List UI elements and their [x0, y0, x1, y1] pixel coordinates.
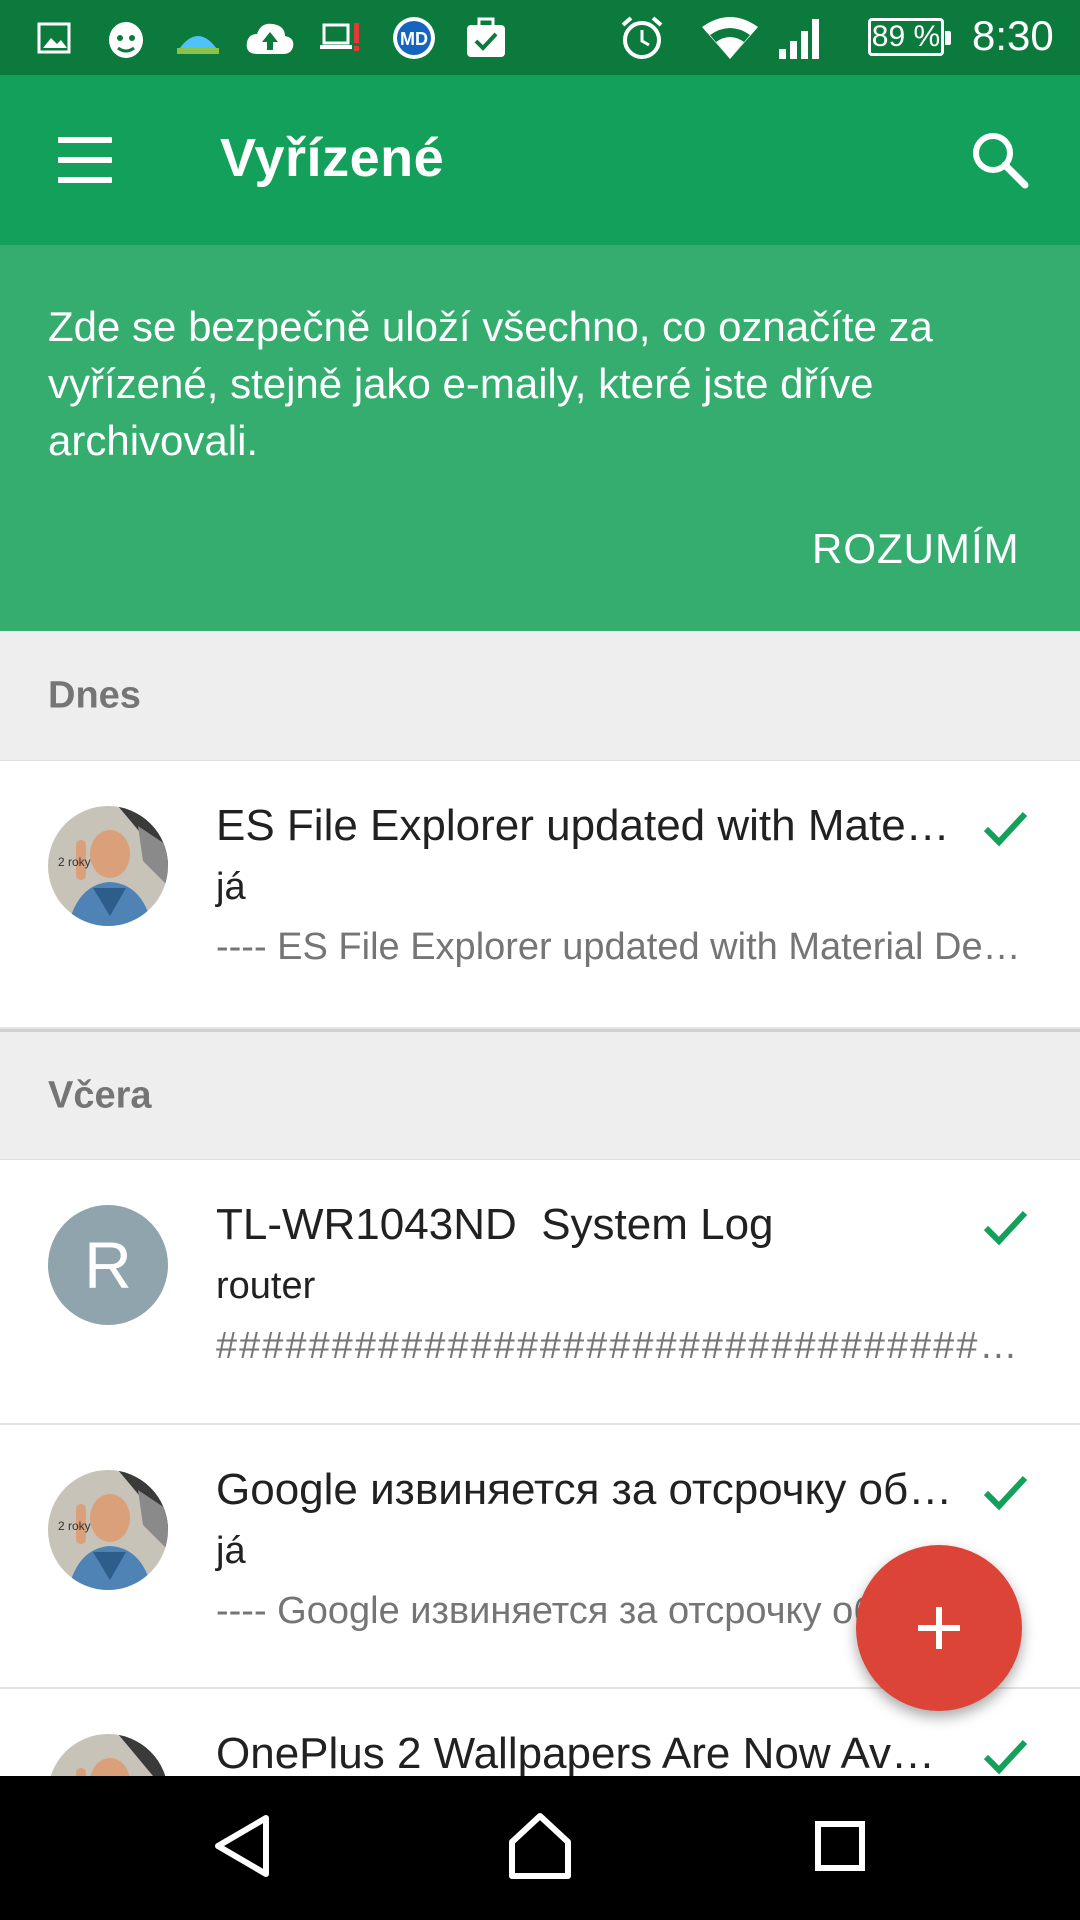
- alarm-icon: [618, 15, 666, 61]
- wifi-icon: [700, 15, 760, 61]
- mail-subject: Google извиняется за отсрочку обновления: [216, 1465, 956, 1514]
- md-app-icon: MD: [386, 15, 442, 61]
- done-check-icon: [983, 1475, 1028, 1511]
- battery-indicator: 89 %: [868, 18, 951, 56]
- page-title: Vyřízené: [220, 128, 445, 188]
- mail-sender: já: [216, 1530, 246, 1572]
- section-header-today: Dnes: [0, 631, 1080, 761]
- back-icon: [215, 1815, 269, 1877]
- status-bar: MD 89 % 8:30: [0, 0, 1080, 75]
- plus-icon: [918, 1607, 960, 1649]
- recent-apps-icon: [815, 1821, 865, 1871]
- section-label: Dnes: [48, 674, 141, 716]
- menu-icon: [58, 137, 112, 143]
- back-button[interactable]: [192, 1796, 292, 1896]
- svg-text:2 roky: 2 roky: [58, 855, 91, 869]
- navigation-bar: [0, 1776, 1080, 1920]
- done-check-icon: [983, 1739, 1028, 1775]
- avatar[interactable]: 2 roky: [48, 806, 168, 926]
- menu-button[interactable]: [44, 130, 124, 190]
- section-label: Včera: [48, 1074, 152, 1116]
- dismiss-banner-button[interactable]: ROZUMÍM: [812, 525, 1020, 573]
- weather-notification-icon: [172, 15, 224, 61]
- avatar[interactable]: R: [48, 1205, 168, 1325]
- mail-subject: OnePlus 2 Wallpapers Are Now Available: [216, 1729, 956, 1776]
- section-header-yesterday: Včera: [0, 1029, 1080, 1160]
- clock: 8:30: [972, 12, 1054, 59]
- mail-row[interactable]: 2 roky ES File Explorer updated with Mat…: [0, 761, 1080, 1029]
- search-icon: [973, 133, 1029, 189]
- gallery-notification-icon: [36, 15, 72, 61]
- laptop-alert-icon: [320, 15, 364, 61]
- signal-icon: [776, 15, 824, 61]
- task-done-icon: [464, 15, 508, 61]
- svg-text:MD: MD: [400, 29, 428, 49]
- mail-subject: TL-WR1043ND System Log: [216, 1200, 774, 1249]
- mail-row[interactable]: R TL-WR1043ND System Log router ########…: [0, 1160, 1080, 1425]
- svg-text:2 roky: 2 roky: [58, 1519, 91, 1533]
- avatar[interactable]: [48, 1734, 168, 1776]
- mail-sender: já: [216, 866, 246, 908]
- app-notification-icon: [104, 15, 148, 61]
- mail-snippet: ---- ES File Explorer updated with Mater…: [216, 926, 1026, 968]
- recent-apps-button[interactable]: [790, 1796, 890, 1896]
- app-bar: [0, 75, 1080, 245]
- avatar[interactable]: 2 roky: [48, 1470, 168, 1590]
- compose-button[interactable]: [856, 1545, 1022, 1711]
- done-check-icon: [983, 1210, 1028, 1246]
- home-button[interactable]: [490, 1796, 590, 1896]
- mail-snippet: #####################################: [216, 1325, 1026, 1367]
- done-check-icon: [983, 811, 1028, 847]
- search-button[interactable]: [965, 125, 1035, 195]
- banner-text: Zde se bezpečně uloží všechno, co označí…: [48, 303, 933, 464]
- home-icon: [509, 1813, 571, 1879]
- mail-subject: ES File Explorer updated with Material D…: [216, 801, 956, 850]
- mail-sender: router: [216, 1265, 316, 1307]
- upload-cloud-icon: [244, 15, 296, 61]
